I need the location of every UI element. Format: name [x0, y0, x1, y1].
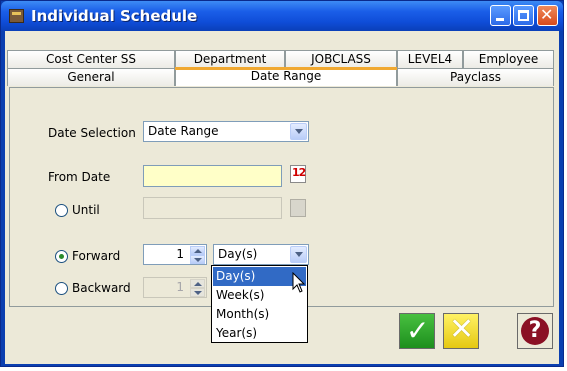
mouse-cursor-icon [292, 272, 306, 293]
from-date-label: From Date [48, 170, 111, 184]
minimize-icon [496, 18, 504, 21]
tab-payclass[interactable]: Payclass [397, 68, 554, 86]
window-title: Individual Schedule [31, 7, 198, 25]
forward-unit-combo[interactable]: Day(s) [213, 244, 309, 265]
forward-radio[interactable] [55, 250, 68, 263]
spin-up-icon [190, 279, 205, 288]
close-icon: ✕ [540, 5, 554, 24]
chevron-down-icon[interactable] [290, 123, 307, 140]
backward-label: Backward [72, 281, 131, 295]
check-icon: ✓ [406, 314, 430, 347]
tab-general[interactable]: General [7, 68, 175, 86]
backward-radio[interactable] [55, 282, 68, 295]
cancel-button[interactable]: ✕ [443, 312, 479, 349]
backward-count-value: 1 [176, 280, 184, 294]
maximize-button[interactable] [513, 5, 534, 26]
until-label: Until [72, 203, 100, 217]
dropdown-option-months[interactable]: Month(s) [213, 305, 306, 324]
tab-date-range[interactable]: Date Range [175, 67, 397, 86]
spin-down-icon[interactable] [190, 255, 205, 264]
question-mark-icon: ? [521, 317, 549, 345]
minimize-button[interactable] [490, 5, 511, 26]
help-button[interactable]: ? [517, 313, 553, 349]
forward-count-value: 1 [176, 247, 184, 261]
date-selection-combo[interactable]: Date Range [143, 121, 309, 142]
until-radio[interactable] [55, 204, 68, 217]
maximize-icon [518, 10, 529, 21]
ok-button[interactable]: ✓ [399, 313, 435, 349]
calendar-disabled-icon [290, 199, 306, 217]
dropdown-option-years[interactable]: Year(s) [213, 324, 306, 343]
date-selection-value: Date Range [148, 124, 219, 138]
forward-unit-value: Day(s) [218, 247, 258, 261]
from-date-input[interactable] [143, 165, 282, 187]
date-selection-label: Date Selection [48, 126, 136, 140]
x-icon: ✕ [449, 312, 475, 347]
until-date-input [143, 197, 282, 219]
tab-row-front: General Date Range Payclass [7, 66, 557, 86]
forward-count-stepper[interactable]: 1 [143, 244, 207, 265]
app-icon [9, 9, 24, 23]
chevron-down-icon[interactable] [290, 246, 307, 263]
spin-up-icon[interactable] [190, 246, 205, 255]
calendar-icon[interactable]: 12 [290, 165, 306, 183]
backward-count-stepper: 1 [143, 277, 207, 298]
spin-down-icon [190, 288, 205, 297]
forward-label: Forward [72, 249, 121, 263]
title-bar[interactable]: Individual Schedule ✕ [1, 1, 563, 31]
calendar-icon-number: 12 [292, 166, 306, 179]
close-button[interactable]: ✕ [537, 5, 558, 26]
